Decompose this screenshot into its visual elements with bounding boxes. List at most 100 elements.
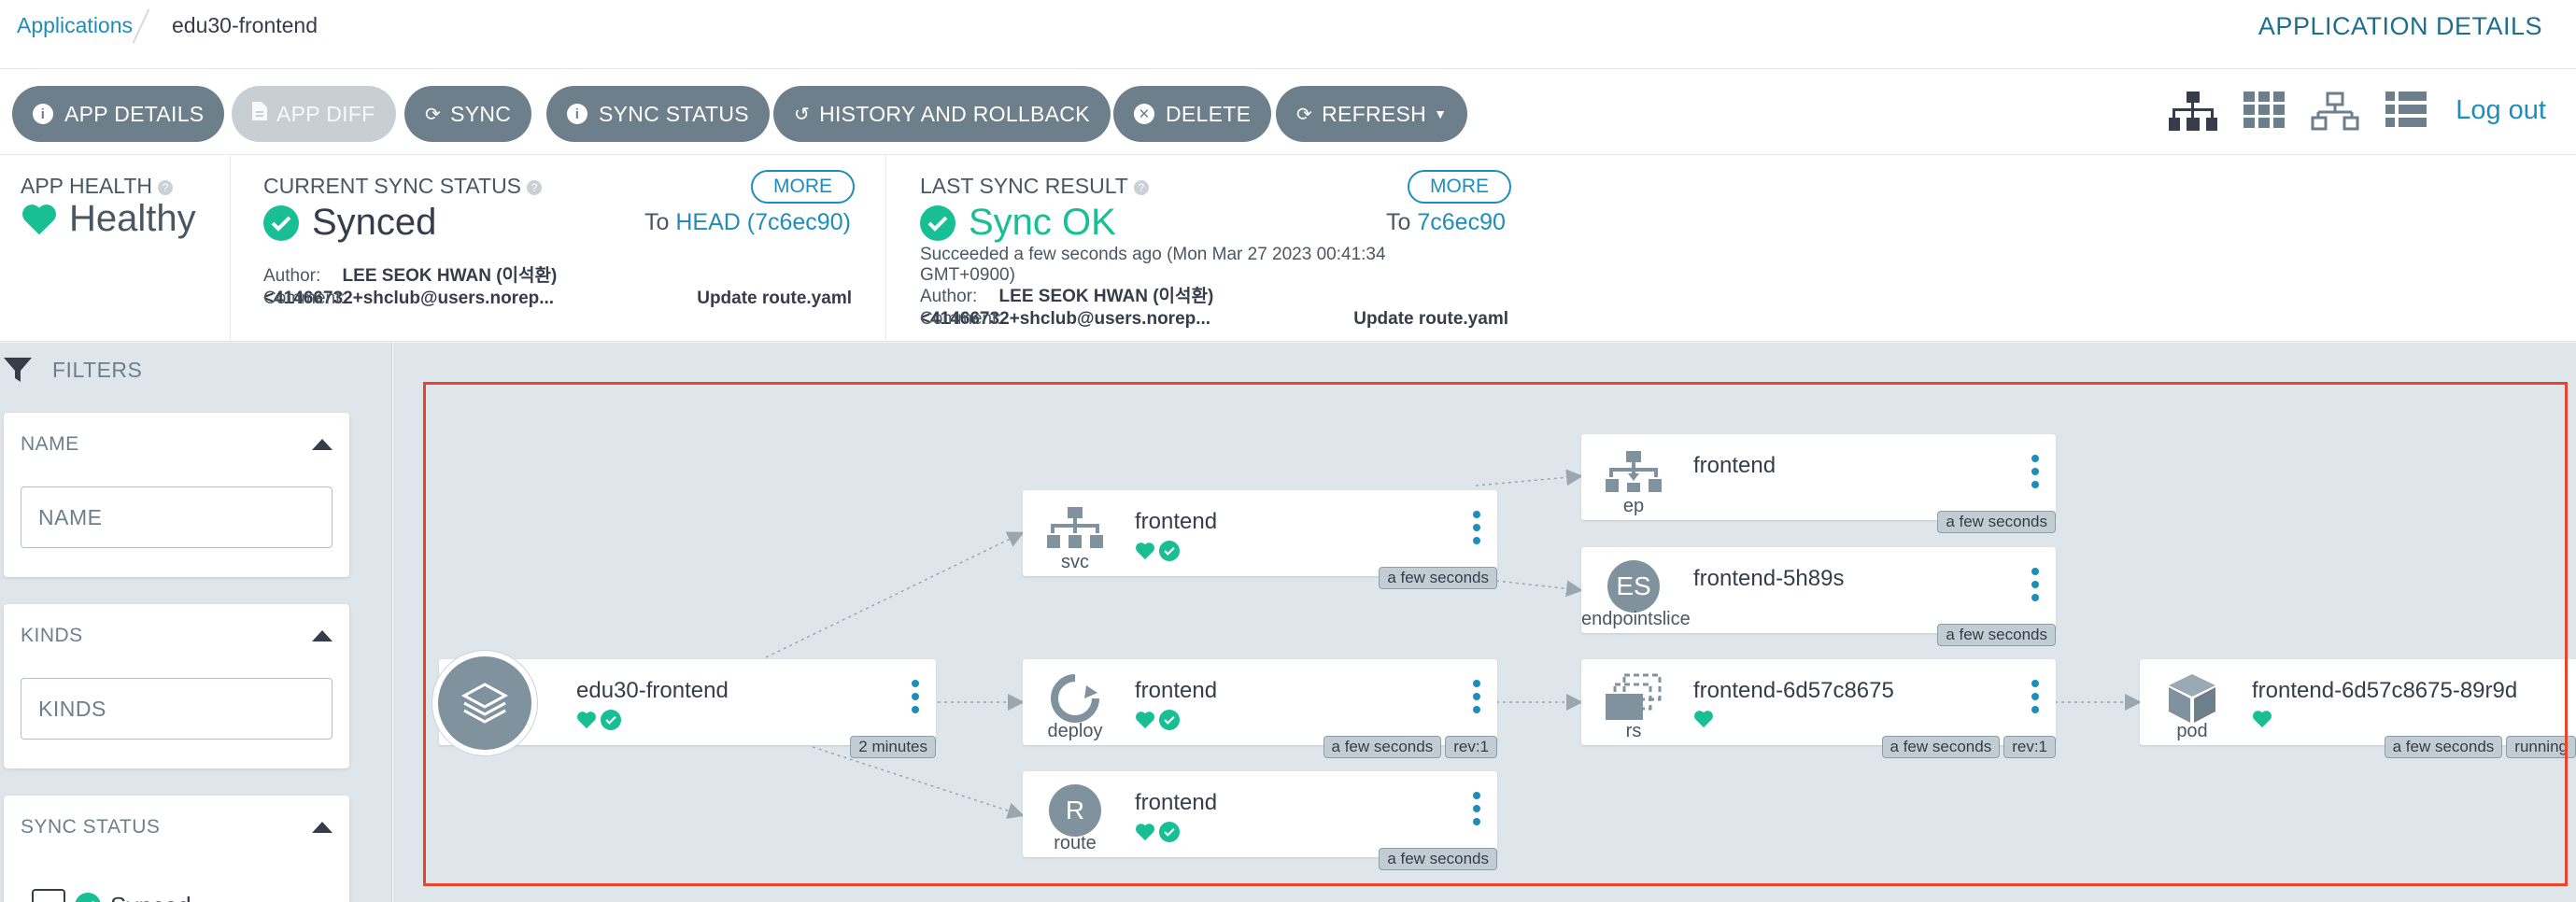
collapse-caret-icon[interactable]	[312, 630, 333, 641]
app-details-button[interactable]: i APP DETAILS	[12, 86, 225, 142]
node-menu-icon[interactable]	[2031, 455, 2039, 488]
help-icon[interactable]: ?	[527, 179, 543, 195]
view-switcher	[2169, 92, 2427, 133]
check-circle-icon	[1159, 710, 1180, 730]
node-menu-icon[interactable]	[912, 680, 919, 713]
revision-tag: rev:1	[2003, 736, 2056, 758]
node-tags: a few seconds rev:1	[1323, 736, 1497, 758]
name-filter-input[interactable]: NAME	[21, 486, 333, 548]
sync-label: SYNC	[450, 101, 512, 126]
info-icon: i	[567, 104, 587, 124]
deployment-icon	[1043, 672, 1107, 725]
collapse-caret-icon[interactable]	[312, 439, 333, 450]
node-menu-icon[interactable]	[1473, 511, 1480, 544]
help-icon[interactable]: ?	[1133, 179, 1149, 195]
resource-node-endpointslice[interactable]: ES endpointslice frontend-5h89s a few se…	[1581, 547, 2056, 646]
check-circle-icon	[1159, 822, 1180, 842]
status-tag: running	[2506, 736, 2576, 758]
pods-view-icon[interactable]	[2243, 92, 2285, 129]
resource-node-pod[interactable]: pod frontend-6d57c8675-89r9d a few secon…	[2140, 659, 2576, 758]
route-letter: R	[1049, 784, 1101, 837]
node-status	[1135, 541, 1180, 561]
sync-comment: Comment: Update route.yaml	[263, 288, 852, 310]
last-sync-value: Sync OK	[920, 202, 1116, 244]
refresh-icon: ⟳	[1296, 104, 1313, 125]
sync-revision-link[interactable]: HEAD (7c6ec90)	[675, 209, 851, 235]
node-kind: endpointslice	[1581, 609, 1691, 629]
breadcrumb-applications-link[interactable]: Applications	[17, 13, 133, 38]
sync-status-label: CURRENT SYNC STATUS	[263, 174, 522, 198]
history-rollback-button[interactable]: ↺ HISTORY AND ROLLBACK	[773, 86, 1111, 142]
node-menu-icon[interactable]	[1473, 680, 1480, 713]
node-status	[1693, 710, 1714, 728]
age-tag: a few seconds	[2384, 736, 2503, 758]
collapse-caret-icon[interactable]	[312, 822, 333, 833]
last-sync-comment: Comment: Update route.yaml	[920, 308, 1508, 331]
node-kind: ep	[1622, 496, 1645, 516]
route-icon: R	[1043, 784, 1107, 837]
app-health-text: Healthy	[69, 198, 196, 239]
filters-sidebar: FILTERS NAME NAME KINDS KINDS SYNC STATU…	[0, 343, 392, 902]
check-circle-icon	[920, 204, 955, 241]
service-icon	[1043, 503, 1107, 556]
logout-link[interactable]: Log out	[2456, 95, 2546, 126]
info-icon: i	[33, 104, 53, 124]
last-sync-more-button[interactable]: MORE	[1408, 170, 1511, 204]
endpointslice-icon: ES	[1602, 560, 1665, 613]
sync-status-filter-card: SYNC STATUS Synced	[4, 796, 349, 902]
divider	[230, 155, 231, 342]
comment-value: Update route.yaml	[1353, 309, 1508, 329]
age-tag: a few seconds	[1323, 736, 1442, 758]
node-name: frontend-6d57c8675	[1693, 678, 1894, 703]
sync-status-value: Synced	[263, 202, 436, 244]
tree-view-icon[interactable]	[2169, 92, 2217, 133]
filters-header[interactable]: FILTERS	[0, 356, 142, 384]
delete-button[interactable]: ✕ DELETE	[1113, 86, 1272, 142]
node-kind: rs	[1625, 721, 1642, 741]
node-tags: a few seconds	[1379, 567, 1497, 589]
sync-button[interactable]: ⟳ SYNC	[404, 86, 532, 142]
refresh-button[interactable]: ⟳ REFRESH ▼	[1276, 86, 1468, 142]
node-status	[576, 710, 621, 730]
last-sync-text: Sync OK	[969, 202, 1116, 243]
last-sync-target: To 7c6ec90	[1386, 209, 1506, 236]
refresh-label: REFRESH	[1322, 101, 1427, 126]
resource-node-svc[interactable]: svc frontend a few seconds	[1023, 490, 1497, 589]
resource-node-route[interactable]: R route frontend a few seconds	[1023, 771, 1497, 870]
node-menu-icon[interactable]	[2031, 680, 2039, 713]
revision-tag: rev:1	[1445, 736, 1497, 758]
node-menu-icon[interactable]	[1473, 792, 1480, 825]
node-tags: a few seconds rev:1	[1881, 736, 2056, 758]
sync-more-button[interactable]: MORE	[751, 170, 855, 204]
heart-icon	[1136, 712, 1154, 729]
layers-icon	[432, 651, 537, 755]
node-name: frontend-5h89s	[1693, 566, 1845, 591]
node-kind: pod	[2176, 721, 2208, 741]
node-menu-icon[interactable]	[2031, 568, 2039, 601]
age-tag: a few seconds	[1937, 511, 2056, 533]
pod-cube-icon	[2160, 672, 2224, 725]
synced-checkbox-row[interactable]: Synced	[32, 889, 191, 902]
last-revision-link[interactable]: 7c6ec90	[1417, 209, 1506, 235]
node-tags: a few seconds	[1937, 511, 2056, 533]
help-icon[interactable]: ?	[158, 179, 174, 195]
replicaset-icon	[1602, 672, 1665, 725]
resource-node-deploy[interactable]: deploy frontend a few seconds rev:1	[1023, 659, 1497, 758]
app-diff-button[interactable]: APP DIFF	[232, 86, 396, 142]
resource-node-rs[interactable]: rs frontend-6d57c8675 a few seconds rev:1	[1581, 659, 2056, 758]
list-view-icon[interactable]	[2385, 92, 2427, 129]
node-name: frontend-6d57c8675-89r9d	[2252, 678, 2518, 703]
comment-label: Comment:	[263, 289, 346, 308]
resource-node-ep[interactable]: ep frontend a few seconds	[1581, 434, 2056, 533]
app-details-label: APP DETAILS	[64, 101, 205, 126]
name-filter-card: NAME NAME	[4, 413, 349, 577]
check-circle-icon	[75, 893, 101, 902]
node-name: frontend	[1135, 678, 1218, 703]
synced-checkbox[interactable]	[32, 889, 65, 902]
network-view-icon[interactable]	[2311, 92, 2359, 133]
age-tag: a few seconds	[1379, 567, 1497, 589]
sync-status-label: SYNC STATUS	[599, 101, 749, 126]
kinds-filter-input[interactable]: KINDS	[21, 678, 333, 740]
sync-status-button[interactable]: i SYNC STATUS	[546, 86, 770, 142]
node-status	[1135, 710, 1180, 730]
